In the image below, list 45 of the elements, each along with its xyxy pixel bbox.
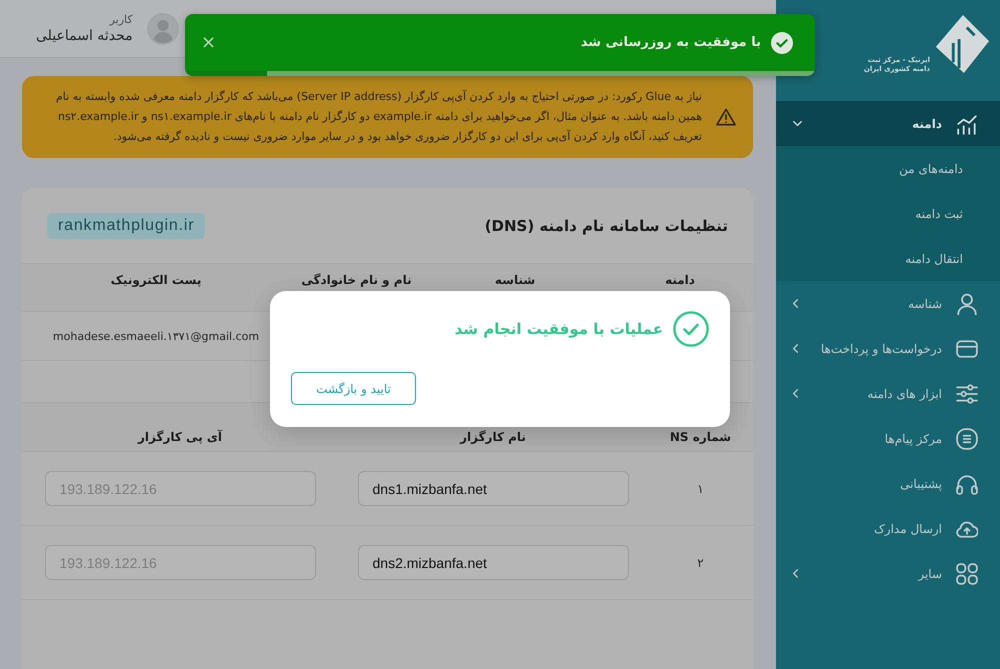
- message-icon: [956, 428, 978, 450]
- person-icon: [956, 292, 978, 314]
- card-icon: [956, 338, 978, 360]
- column-header: پست الکترونیک: [110, 272, 202, 288]
- submenu-item[interactable]: دامنه‌های من: [776, 146, 1000, 191]
- toast-message: با موفقیت به روزرسانی شد: [580, 35, 761, 50]
- close-button[interactable]: ×: [195, 34, 222, 52]
- avatar-icon: [146, 12, 179, 44]
- domain-tag: rankmathplugin.ir: [47, 212, 206, 238]
- headphones-icon: [956, 472, 978, 494]
- column-header: دامنه: [665, 272, 695, 288]
- user-name: محدثه اسماعیلی: [36, 28, 133, 44]
- sidebar-item[interactable]: ارسال مدارک: [776, 506, 1000, 551]
- sidebar-item[interactable]: پشتیبانی: [776, 461, 1000, 506]
- notice-text: نیاز به Glue رکورد: در صورتی احتیاج به وارد کردن آی‌پی کارگزار (Server IP address) می‌باشد که کارگزار دامنه معرفی شده وابسته به نام همین دامنه باشد. به عنوان مثال، اگر می‌خواهید برای دامنه example.ir دو کارگزار نام دامنه با نام‌های ns۱.example.ir و ns۲.example.ir تعریف کنید، آنگاه وارد کردن آی‌پی برای این دو کارگزار ضروری خواهد بود و در سایر موارد ضروری نیست و نادیده گرفته می‌شود.: [54, 88, 702, 145]
- column-header: نام کارگزار: [460, 429, 526, 445]
- sliders-icon: [956, 382, 978, 404]
- dialog-title: عملیات با موفقیت انجام شد: [454, 320, 663, 338]
- grid-icon: [956, 562, 978, 584]
- sidebar-item[interactable]: سایر: [776, 551, 1000, 596]
- sidebar-item[interactable]: ابزار های دامنه: [776, 371, 1000, 416]
- chart-icon: [956, 112, 978, 134]
- sidebar-item[interactable]: درخواست‌ها و پرداخت‌ها: [776, 326, 1000, 371]
- row-number: ۲: [697, 556, 704, 570]
- server-name-field[interactable]: dns1.mizbanfa.net: [358, 471, 628, 506]
- sidebar-item[interactable]: مرکز پیام‌ها: [776, 416, 1000, 461]
- check-circle-icon: [771, 32, 793, 54]
- card-title: تنظیمات سامانه نام دامنه (DNS): [484, 216, 728, 234]
- column-header: آی پی کارگزار: [138, 429, 222, 445]
- sidebar-item[interactable]: دامنه: [776, 101, 1000, 146]
- check-circle-icon: [673, 311, 709, 347]
- sidebar-item[interactable]: شناسه: [776, 281, 1000, 326]
- confirm-return-button[interactable]: تایید و بازگشت: [291, 372, 416, 405]
- submenu-item[interactable]: ثبت دامنه: [776, 191, 1000, 236]
- submenu-item[interactable]: انتقال دامنه: [776, 236, 1000, 281]
- column-header: نام و نام خانوادگی: [301, 272, 412, 288]
- server-name-field[interactable]: dns2.mizbanfa.net: [358, 545, 628, 580]
- server-ip-field[interactable]: 193.189.122.16: [44, 471, 316, 506]
- user-role: کاربر: [110, 13, 133, 26]
- column-header: شناسه: [494, 272, 536, 288]
- warning-icon: [716, 108, 736, 126]
- table-cell: mohadese.esmaeeli.۱۳۷۱@gmail.com: [52, 330, 260, 342]
- row-number: ۱: [697, 482, 704, 496]
- server-ip-field[interactable]: 193.189.122.16: [44, 545, 316, 580]
- column-header: شماره NS: [670, 429, 732, 445]
